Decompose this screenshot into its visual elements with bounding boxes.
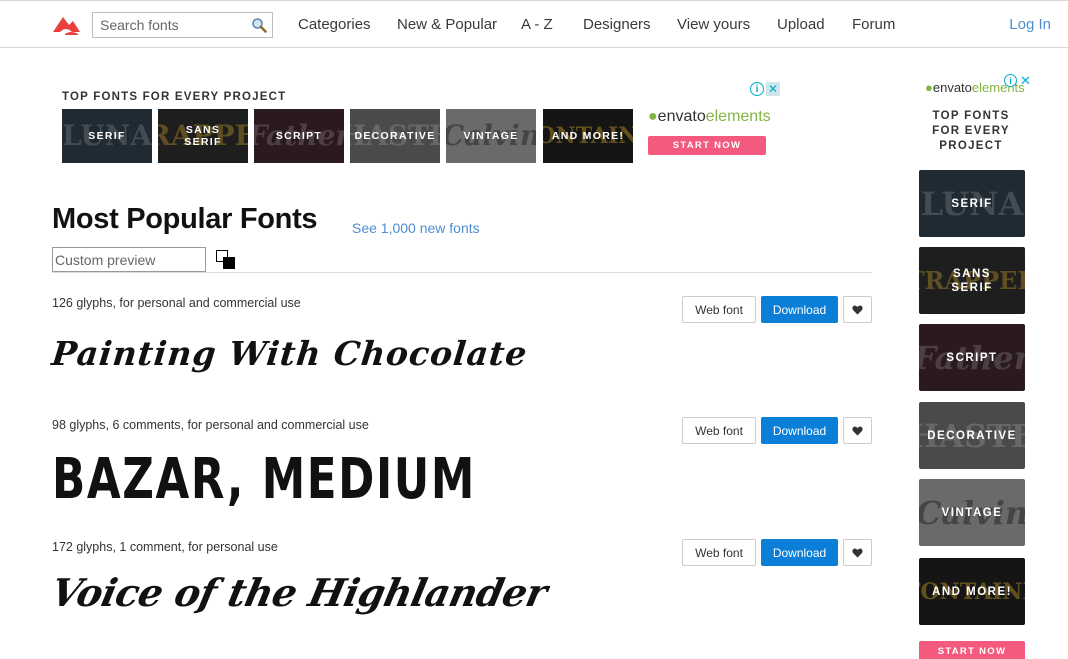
ad-tile-and-more[interactable]: FONTAINE AND MORE!: [543, 109, 633, 163]
ad-tile-script[interactable]: Father SCRIPT: [254, 109, 344, 163]
web-font-button[interactable]: Web font: [682, 296, 756, 323]
download-button[interactable]: Download: [761, 296, 838, 323]
side-tile-script[interactable]: Father SCRIPT: [919, 324, 1025, 391]
ad-title: TOP FONTS FOR EVERY PROJECT: [62, 91, 287, 103]
side-ad-title: TOP FONTS FOR EVERY PROJECT: [932, 110, 1010, 152]
font-meta: 98 glyphs, 6 comments, for personal and …: [52, 418, 369, 432]
ad-close-icon[interactable]: ✕: [766, 82, 780, 96]
side-tile-label: VINTAGE: [941, 506, 1003, 519]
ad-tile-serif[interactable]: LUNA SERIF: [62, 109, 152, 163]
side-tile-sans-serif[interactable]: TRAPPER SANS SERIF: [919, 247, 1025, 314]
font-meta: 126 glyphs, for personal and commercial …: [52, 296, 301, 310]
heart-icon: [852, 305, 863, 314]
color-picker-icon[interactable]: [216, 250, 236, 270]
side-tile-label: SERIF: [951, 197, 993, 210]
start-now-button[interactable]: START NOW: [919, 641, 1025, 659]
top-ad-banner[interactable]: TOP FONTS FOR EVERY PROJECT LUNA SERIF T…: [62, 82, 782, 166]
nav-view-yours[interactable]: View yours: [677, 16, 750, 33]
ad-tile-label: SCRIPT: [275, 130, 323, 142]
side-ad-banner[interactable]: ●envatoelements i ✕ TOP FONTS FOR EVERY …: [918, 72, 1034, 659]
envato-leaf-icon: ●: [648, 108, 658, 125]
envato-leaf-icon: ●: [925, 80, 933, 95]
custom-preview-input[interactable]: [52, 247, 206, 272]
side-tile-serif[interactable]: LUNA SERIF: [919, 170, 1025, 237]
ad-tile-sans-serif[interactable]: TRAPPER SANS SERIF: [158, 109, 248, 163]
ad-close-icon[interactable]: ✕: [1019, 73, 1032, 88]
site-logo-icon[interactable]: [51, 14, 81, 36]
heart-icon: [852, 426, 863, 435]
web-font-button[interactable]: Web font: [682, 539, 756, 566]
start-now-button[interactable]: START NOW: [648, 136, 766, 155]
page-title: Most Popular Fonts: [52, 203, 318, 235]
nav-upload[interactable]: Upload: [777, 16, 825, 33]
side-tile-label: SCRIPT: [946, 351, 998, 364]
favorite-button[interactable]: [843, 296, 872, 323]
font-entry: 98 glyphs, 6 comments, for personal and …: [52, 417, 872, 538]
ad-info-icon[interactable]: i: [1004, 74, 1017, 87]
ad-choices[interactable]: i ✕: [1004, 73, 1034, 88]
favorite-button[interactable]: [843, 417, 872, 444]
envato-product: elements: [705, 108, 771, 125]
envato-brand: envato: [657, 108, 706, 125]
nav-forum[interactable]: Forum: [852, 16, 895, 33]
font-sample[interactable]: Voice of the Highlander: [47, 570, 551, 615]
side-tile-label: SANS SERIF: [951, 267, 993, 294]
ad-choices[interactable]: i ✕: [750, 82, 780, 97]
top-navigation-bar: Categories New & Popular A - Z Designers…: [0, 0, 1068, 48]
new-fonts-link[interactable]: See 1,000 new fonts: [352, 220, 480, 236]
nav-categories[interactable]: Categories: [298, 16, 371, 33]
heart-icon: [852, 548, 863, 557]
font-sample[interactable]: BAZAR, MEDIUM: [52, 448, 476, 512]
envato-elements-logo[interactable]: ●envatoelements: [648, 108, 771, 126]
side-tile-decorative[interactable]: HASTE DECORATIVE: [919, 402, 1025, 469]
download-button[interactable]: Download: [761, 417, 838, 444]
font-meta: 172 glyphs, 1 comment, for personal use: [52, 540, 278, 554]
font-entry: 172 glyphs, 1 comment, for personal use …: [47, 539, 872, 659]
ad-tile-label: VINTAGE: [463, 130, 519, 142]
search-icon[interactable]: [251, 17, 267, 33]
nav-designers[interactable]: Designers: [583, 16, 651, 33]
side-tile-label: AND MORE!: [932, 585, 1012, 598]
ad-tile-vintage[interactable]: Calvin VINTAGE: [446, 109, 536, 163]
download-button[interactable]: Download: [761, 539, 838, 566]
ad-tile-label: AND MORE!: [551, 130, 625, 142]
login-link[interactable]: Log In: [1009, 16, 1051, 33]
divider: [52, 272, 872, 273]
side-tile-label: DECORATIVE: [927, 429, 1017, 442]
favorite-button[interactable]: [843, 539, 872, 566]
search-input[interactable]: [93, 13, 243, 37]
nav-new-popular[interactable]: New & Popular: [397, 16, 497, 33]
ad-tile-label: SERIF: [88, 130, 126, 142]
ad-tile-label: SANS SERIF: [184, 124, 222, 148]
web-font-button[interactable]: Web font: [682, 417, 756, 444]
ad-tile-label: DECORATIVE: [354, 130, 436, 142]
envato-brand: envato: [932, 80, 972, 95]
ad-info-icon[interactable]: i: [750, 82, 764, 96]
font-entry: 126 glyphs, for personal and commercial …: [50, 296, 872, 416]
font-sample[interactable]: Painting With Chocolate: [50, 334, 530, 373]
side-tile-vintage[interactable]: Calvin VINTAGE: [919, 479, 1025, 546]
search-box: [92, 12, 273, 38]
side-tile-and-more[interactable]: FONTAINE AND MORE!: [919, 558, 1025, 625]
nav-a-z[interactable]: A - Z: [521, 16, 553, 33]
ad-tile-decorative[interactable]: HASTE DECORATIVE: [350, 109, 440, 163]
